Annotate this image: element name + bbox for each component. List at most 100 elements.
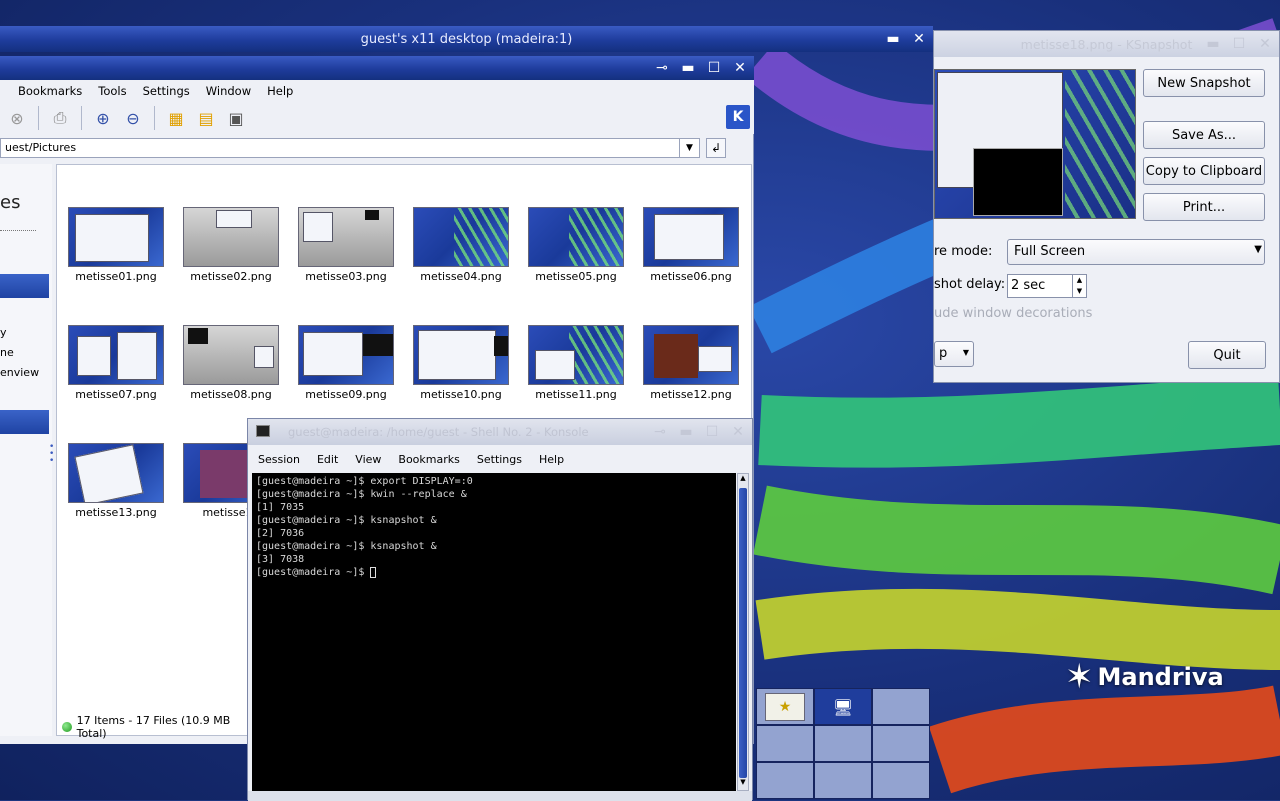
maximize-button[interactable]: ☐ <box>706 61 722 75</box>
chevron-down-icon[interactable]: ▼ <box>679 139 699 157</box>
pager-desktop-8[interactable] <box>814 762 872 799</box>
file-thumbnail[interactable]: metisse11.png <box>521 325 631 401</box>
menu-tools[interactable]: Tools <box>90 84 134 98</box>
konsole-titlebar[interactable]: guest@madeira: /home/guest - Shell No. 2… <box>248 419 752 445</box>
stop-icon[interactable]: ⊗ <box>4 105 30 131</box>
file-thumbnail[interactable]: metisse04.png <box>406 207 516 283</box>
star-icon: ✶ <box>1065 657 1094 697</box>
image-view-icon[interactable]: ▣ <box>223 105 249 131</box>
thumbnail-image <box>413 325 509 385</box>
toolbar-separator <box>154 106 155 130</box>
terminal-icon <box>256 425 270 437</box>
minimize-button[interactable]: ▬ <box>1205 37 1221 51</box>
minimize-button[interactable]: ▬ <box>885 32 901 46</box>
scrollbar-thumb[interactable] <box>739 488 747 778</box>
help-combo[interactable]: p ▼ <box>934 341 974 367</box>
location-input[interactable]: uest/Pictures ▼ <box>0 138 700 158</box>
icon-view-icon[interactable]: ▦ <box>163 105 189 131</box>
file-thumbnail[interactable]: metisse10.png <box>406 325 516 401</box>
thumbnail-image <box>528 325 624 385</box>
pager-desktop-7[interactable] <box>756 762 814 799</box>
terminal-line: [2] 7036 <box>256 528 305 539</box>
file-thumbnail[interactable]: metisse07.png <box>61 325 171 401</box>
file-thumbnail[interactable]: metisse09.png <box>291 325 401 401</box>
sidebar-item[interactable]: y <box>0 326 7 339</box>
menu-view[interactable]: View <box>345 453 388 466</box>
quit-button[interactable]: Quit <box>1188 341 1266 369</box>
close-button[interactable]: ✕ <box>911 32 927 46</box>
snapshot-preview[interactable] <box>934 69 1136 219</box>
minimize-button[interactable]: ▬ <box>680 61 696 75</box>
file-thumbnail[interactable]: metisse13.png <box>61 443 171 519</box>
status-led-icon <box>62 722 72 732</box>
close-button[interactable]: ✕ <box>730 425 746 439</box>
terminal-scrollbar[interactable]: ▲ ▼ <box>737 473 749 791</box>
copy-clipboard-button[interactable]: Copy to Clipboard <box>1143 157 1265 185</box>
file-name: metisse08.png <box>190 388 272 401</box>
resize-handle[interactable]: • • • <box>49 443 54 466</box>
file-thumbnail[interactable]: metisse08.png <box>176 325 286 401</box>
x11-window-titlebar[interactable]: guest's x11 desktop (madeira:1) ▬ ✕ <box>0 26 933 52</box>
terminal-prompt: [guest@madeira ~]$ <box>256 567 371 578</box>
pager-desktop-3[interactable] <box>872 688 930 725</box>
print-icon[interactable]: ⎙ <box>47 105 73 131</box>
pager-desktop-2[interactable]: 🖥 <box>814 688 872 725</box>
konqueror-titlebar[interactable]: ⊸ ▬ ☐ ✕ <box>0 56 754 80</box>
pager-desktop-4[interactable] <box>756 725 814 762</box>
menu-help[interactable]: Help <box>259 84 301 98</box>
file-thumbnail[interactable]: metisse01.png <box>61 207 171 283</box>
scroll-up-icon[interactable]: ▲ <box>738 474 748 486</box>
pager-desktop-9[interactable] <box>872 762 930 799</box>
sidebar-item[interactable]: ne <box>0 346 14 359</box>
spin-arrows-icon[interactable]: ▲ ▼ <box>1072 275 1086 297</box>
file-thumbnail[interactable]: metisse02.png <box>176 207 286 283</box>
pin-icon[interactable]: ⊸ <box>654 61 670 75</box>
new-snapshot-button[interactable]: New Snapshot <box>1143 69 1265 97</box>
chevron-down-icon: ▼ <box>962 348 969 357</box>
go-button[interactable]: ↲ <box>706 138 726 158</box>
status-bar: 17 Items - 17 Files (10.9 MB Total) <box>56 714 256 740</box>
thumbnail-image <box>183 207 279 267</box>
save-as-button[interactable]: Save As... <box>1143 121 1265 149</box>
tree-view-icon[interactable]: ▤ <box>193 105 219 131</box>
file-thumbnail[interactable]: metisse06.png <box>636 207 746 283</box>
pager-desktop-6[interactable] <box>872 725 930 762</box>
terminal-line: [3] 7038 <box>256 554 305 565</box>
maximize-button[interactable]: ☐ <box>1231 37 1247 51</box>
close-button[interactable]: ✕ <box>732 61 748 75</box>
sidebar-band <box>0 410 49 434</box>
file-thumbnail[interactable]: metisse12.png <box>636 325 746 401</box>
menu-settings[interactable]: Settings <box>467 453 529 466</box>
file-thumbnail[interactable]: metisse05.png <box>521 207 631 283</box>
menu-edit[interactable]: Edit <box>307 453 345 466</box>
chevron-down-icon: ▼ <box>1254 244 1262 255</box>
thumbnail-image <box>298 325 394 385</box>
print-button[interactable]: Print... <box>1143 193 1265 221</box>
maximize-button[interactable]: ☐ <box>704 425 720 439</box>
ksnapshot-titlebar[interactable]: metisse18.png - KSnapshot ▬ ☐ ✕ <box>934 31 1279 57</box>
pin-icon[interactable]: ⊸ <box>652 425 668 439</box>
pager-desktop-5[interactable] <box>814 725 872 762</box>
sidebar-item[interactable]: enview <box>0 366 39 379</box>
menu-session[interactable]: Session <box>248 453 307 466</box>
menu-help[interactable]: Help <box>529 453 571 466</box>
file-thumbnail[interactable]: metisse03.png <box>291 207 401 283</box>
terminal-output[interactable]: [guest@madeira ~]$ export DISPLAY=:0 [gu… <box>252 473 736 791</box>
toolbar-separator <box>38 106 39 130</box>
close-button[interactable]: ✕ <box>1257 37 1273 51</box>
menu-bookmarks[interactable]: Bookmarks <box>388 453 466 466</box>
pager-desktop-1[interactable]: ★ <box>756 688 814 725</box>
menu-bookmarks[interactable]: Bookmarks <box>0 84 90 98</box>
terminal-prompt-line: [guest@madeira ~]$ <box>256 566 732 579</box>
minimize-button[interactable]: ▬ <box>678 425 694 439</box>
capture-mode-value: Full Screen <box>1014 244 1086 259</box>
zoom-out-icon[interactable]: ⊖ <box>120 105 146 131</box>
menu-settings[interactable]: Settings <box>135 84 198 98</box>
terminal-line: [guest@madeira ~]$ ksnapshot & <box>256 515 437 526</box>
menu-window[interactable]: Window <box>198 84 259 98</box>
include-decorations-checkbox-label[interactable]: ude window decorations <box>934 306 1092 321</box>
scroll-down-icon[interactable]: ▼ <box>738 778 748 790</box>
snapshot-delay-spinbox[interactable]: 2 sec ▲ ▼ <box>1007 274 1087 298</box>
zoom-in-icon[interactable]: ⊕ <box>90 105 116 131</box>
capture-mode-select[interactable]: Full Screen ▼ <box>1007 239 1265 265</box>
